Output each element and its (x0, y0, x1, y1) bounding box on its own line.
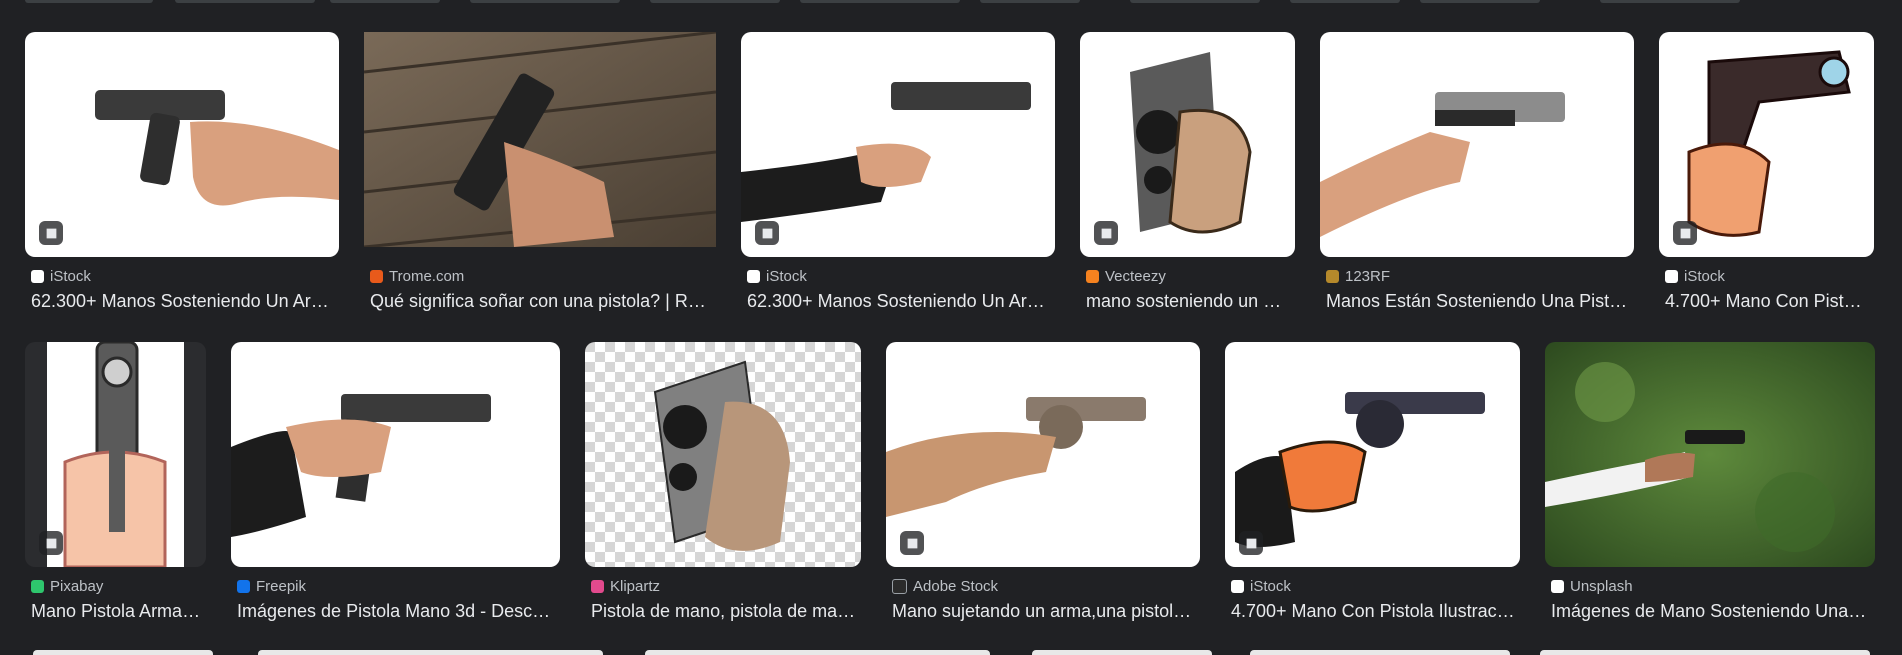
result-source[interactable]: iStock (747, 268, 807, 285)
source-name: Adobe Stock (913, 578, 999, 595)
result-title[interactable]: Mano sujetando un arma,una pistol… (892, 601, 1197, 622)
partial-result-strip (1290, 0, 1400, 3)
image-icon (1673, 221, 1697, 245)
partial-result-strip (175, 0, 315, 3)
partial-result-strip (1032, 650, 1212, 655)
result-title[interactable]: Mano Pistola Arma… (31, 601, 203, 622)
source-name: Vecteezy (1105, 268, 1166, 285)
image-result-card[interactable]: Freepik Imágenes de Pistola Mano 3d - De… (231, 342, 560, 627)
result-thumbnail[interactable] (1545, 342, 1875, 567)
partial-result-strip (33, 650, 213, 655)
result-source[interactable]: 123RF (1326, 268, 1390, 285)
image-icon (1094, 221, 1118, 245)
image-icon (755, 221, 779, 245)
image-result-card[interactable]: Pixabay Mano Pistola Arma… (25, 342, 206, 627)
result-source[interactable]: Adobe Stock (892, 578, 998, 595)
result-thumbnail[interactable] (1659, 32, 1874, 257)
image-result-card[interactable]: Adobe Stock Mano sujetando un arma,una p… (886, 342, 1200, 627)
result-title[interactable]: Imágenes de Pistola Mano 3d - Desc… (237, 601, 557, 622)
result-thumbnail[interactable] (1225, 342, 1520, 567)
vecteezy-icon (1086, 270, 1099, 283)
partial-result-strip (650, 0, 780, 3)
image-result-card[interactable]: Klipartz Pistola de mano, pistola de ma… (585, 342, 861, 627)
result-title[interactable]: Imágenes de Mano Sosteniendo Una… (1551, 601, 1871, 622)
source-name: iStock (1684, 268, 1725, 285)
partial-result-strip (980, 0, 1080, 3)
partial-result-strip (1130, 0, 1260, 3)
istock-icon (1665, 270, 1678, 283)
istock-icon (747, 270, 760, 283)
result-title[interactable]: 4.700+ Mano Con Pist… (1665, 291, 1870, 312)
istock-icon (1231, 580, 1244, 593)
partial-result-strip (25, 0, 153, 3)
result-title[interactable]: Manos Están Sosteniendo Una Pist… (1326, 291, 1628, 312)
freepik-icon (237, 580, 250, 593)
partial-result-strip (258, 650, 603, 655)
image-result-card[interactable]: 123RF Manos Están Sosteniendo Una Pist… (1320, 32, 1634, 322)
result-thumbnail[interactable] (1320, 32, 1634, 257)
result-title[interactable]: 4.700+ Mano Con Pistola Ilustrac… (1231, 601, 1517, 622)
source-name: iStock (766, 268, 807, 285)
result-thumbnail[interactable] (25, 32, 339, 257)
source-name: 123RF (1345, 268, 1391, 285)
source-name: Pixabay (50, 578, 104, 595)
result-title[interactable]: 62.300+ Manos Sosteniendo Un Ar… (747, 291, 1049, 312)
source-name: Freepik (256, 578, 307, 595)
partial-result-strip (645, 650, 990, 655)
image-icon (900, 531, 924, 555)
123rf-icon (1326, 270, 1339, 283)
image-icon (1239, 531, 1263, 555)
image-result-card[interactable]: iStock 62.300+ Manos Sosteniendo Un Ar… (741, 32, 1055, 322)
result-thumbnail[interactable] (364, 32, 716, 247)
partial-result-strip (800, 0, 960, 3)
result-source[interactable]: iStock (1231, 578, 1291, 595)
result-thumbnail[interactable] (741, 32, 1055, 257)
result-title[interactable]: mano sosteniendo un a… (1086, 291, 1291, 312)
pixabay-icon (31, 580, 44, 593)
result-source[interactable]: Vecteezy (1086, 268, 1166, 285)
image-icon (39, 221, 63, 245)
partial-result-strip (1250, 650, 1510, 655)
partial-result-strip (1600, 0, 1740, 3)
image-result-card[interactable]: iStock 4.700+ Mano Con Pist… (1659, 32, 1874, 322)
result-thumbnail[interactable] (231, 342, 560, 567)
image-result-card[interactable]: iStock 4.700+ Mano Con Pistola Ilustrac… (1225, 342, 1520, 627)
image-result-card[interactable]: Trome.com Qué significa soñar con una pi… (364, 32, 716, 322)
klipartz-icon (591, 580, 604, 593)
result-source[interactable]: Freepik (237, 578, 306, 595)
result-title[interactable]: Qué significa soñar con una pistola? | R… (370, 291, 710, 312)
result-source[interactable]: Pixabay (31, 578, 103, 595)
source-name: iStock (1250, 578, 1291, 595)
result-source[interactable]: iStock (31, 268, 91, 285)
image-result-card[interactable]: iStock 62.300+ Manos Sosteniendo Un Ar… (25, 32, 339, 322)
image-result-card[interactable]: Vecteezy mano sosteniendo un a… (1080, 32, 1295, 322)
istock-icon (31, 270, 44, 283)
result-source[interactable]: iStock (1665, 268, 1725, 285)
source-name: Trome.com (389, 268, 465, 285)
result-title[interactable]: 62.300+ Manos Sosteniendo Un Ar… (31, 291, 333, 312)
source-name: Klipartz (610, 578, 661, 595)
result-thumbnail[interactable] (1080, 32, 1295, 257)
result-source[interactable]: Unsplash (1551, 578, 1633, 595)
trome-icon (370, 270, 383, 283)
image-result-card[interactable]: Unsplash Imágenes de Mano Sosteniendo Un… (1545, 342, 1875, 627)
partial-result-strip (1540, 650, 1870, 655)
adobe-stock-icon (892, 579, 907, 594)
result-thumbnail[interactable] (585, 342, 861, 567)
result-title[interactable]: Pistola de mano, pistola de ma… (591, 601, 859, 622)
result-thumbnail[interactable] (25, 342, 206, 567)
source-name: iStock (50, 268, 91, 285)
result-thumbnail[interactable] (886, 342, 1200, 567)
result-source[interactable]: Trome.com (370, 268, 464, 285)
partial-result-strip (1420, 0, 1540, 3)
partial-result-strip (330, 0, 440, 3)
source-name: Unsplash (1570, 578, 1633, 595)
result-source[interactable]: Klipartz (591, 578, 660, 595)
unsplash-icon (1551, 580, 1564, 593)
image-icon (39, 531, 63, 555)
partial-result-strip (470, 0, 620, 3)
